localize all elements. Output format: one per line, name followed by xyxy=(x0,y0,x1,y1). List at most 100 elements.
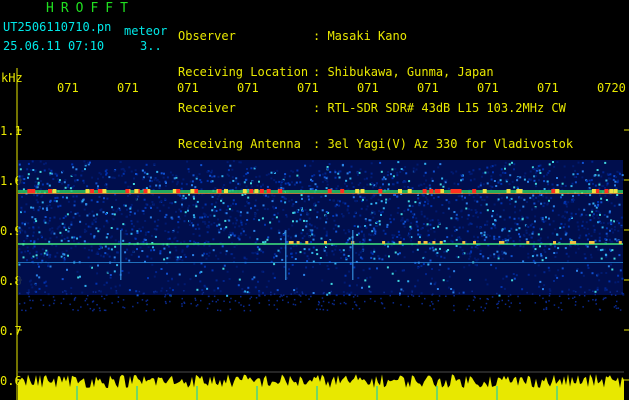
waterfall-pixel xyxy=(379,186,382,189)
waterfall-pixel xyxy=(400,213,403,216)
waterfall-pixel xyxy=(74,212,77,215)
waterfall-pixel xyxy=(523,178,526,181)
waterfall-pixel xyxy=(49,237,52,240)
waterfall-pixel xyxy=(289,236,292,239)
waterfall-pixel xyxy=(166,176,169,179)
waterfall-pixel xyxy=(27,162,30,165)
waterfall-pixel xyxy=(495,267,497,270)
waterfall-pixel xyxy=(334,248,337,251)
waterfall-pixel xyxy=(483,234,486,237)
waterfall-pixel xyxy=(597,201,600,203)
waterfall-pixel xyxy=(306,232,309,235)
waterfall-pixel xyxy=(390,173,392,176)
waterfall-pixel xyxy=(616,220,619,222)
waterfall-pixel xyxy=(325,187,328,190)
waterfall-pixel xyxy=(248,291,251,294)
waterfall-pixel xyxy=(49,265,52,268)
waterfall-pixel xyxy=(574,181,577,184)
waterfall-pixel xyxy=(605,288,608,291)
waterfall-pixel xyxy=(609,173,612,176)
waterfall-pixel xyxy=(58,181,61,183)
waterfall-pixel xyxy=(62,217,65,219)
waterfall-pixel xyxy=(365,177,368,180)
waterfall-pixel xyxy=(430,301,433,303)
waterfall-pixel xyxy=(436,254,439,257)
waterfall-pixel xyxy=(590,256,593,259)
waterfall-pixel xyxy=(240,233,243,236)
waterfall-pixel xyxy=(453,226,456,229)
waterfall-pixel xyxy=(130,253,133,256)
waterfall-pixel xyxy=(433,283,436,286)
x-tick-label: 071 xyxy=(477,81,499,95)
waterfall-pixel xyxy=(607,265,610,268)
waterfall-pixel xyxy=(226,294,229,297)
waterfall-pixel xyxy=(371,230,374,233)
waterfall-pixel xyxy=(211,300,214,303)
waterfall-pixel xyxy=(222,186,224,189)
waterfall-pixel xyxy=(116,264,119,267)
waterfall-pixel xyxy=(337,185,339,188)
waterfall-pixel xyxy=(210,194,213,197)
waterfall-pixel xyxy=(306,211,308,214)
waterfall-pixel xyxy=(79,235,82,238)
waterfall-pixel xyxy=(518,239,521,242)
waterfall-pixel xyxy=(157,219,160,221)
waterfall-pixel xyxy=(85,203,88,206)
waterfall-pixel xyxy=(502,209,505,212)
waterfall-pixel xyxy=(282,179,285,182)
waterfall-pixel xyxy=(238,161,241,164)
waterfall-pixel xyxy=(153,163,156,166)
waterfall-pixel xyxy=(147,231,150,233)
waterfall-pixel xyxy=(121,270,124,272)
waterfall-pixel xyxy=(538,169,541,172)
waterfall-pixel xyxy=(326,166,329,168)
waterfall-pixel xyxy=(443,256,446,259)
waterfall-pixel xyxy=(429,282,432,285)
waterfall-pixel xyxy=(374,193,377,196)
waterfall-pixel xyxy=(439,183,442,186)
waterfall-pixel xyxy=(139,230,142,233)
waterfall-pixel xyxy=(400,288,403,291)
waterfall-pixel xyxy=(291,181,293,184)
waterfall-pixel xyxy=(105,186,108,189)
waterfall-pixel xyxy=(573,176,576,178)
waterfall-pixel xyxy=(96,304,98,306)
waterfall-pixel xyxy=(167,245,170,248)
waterfall-pixel xyxy=(184,256,187,258)
waterfall-pixel xyxy=(522,245,525,248)
waterfall-pixel xyxy=(53,199,56,202)
waterfall-pixel xyxy=(308,229,311,232)
waterfall-pixel xyxy=(598,279,601,282)
waterfall-pixel xyxy=(608,210,611,213)
waterfall-pixel xyxy=(176,180,179,183)
waterfall-pixel xyxy=(217,309,219,311)
waterfall-pixel xyxy=(110,227,113,229)
waterfall-pixel xyxy=(32,247,35,250)
waterfall-pixel xyxy=(458,226,461,229)
waterfall-pixel xyxy=(548,269,551,272)
waterfall-pixel xyxy=(117,301,119,303)
waterfall-pixel xyxy=(538,179,540,182)
waterfall-pixel xyxy=(192,195,195,198)
waterfall-pixel xyxy=(486,298,488,300)
waterfall-pixel xyxy=(62,291,64,293)
waterfall-pixel xyxy=(616,300,618,303)
waterfall-pixel xyxy=(316,227,319,230)
waterfall-pixel xyxy=(515,274,518,277)
waterfall-pixel xyxy=(281,295,283,297)
waterfall-pixel xyxy=(164,197,167,200)
waterfall-pixel xyxy=(608,238,611,241)
waterfall-pixel xyxy=(507,234,510,237)
waterfall-pixel xyxy=(239,183,241,186)
waterfall-pixel xyxy=(590,235,593,237)
waterfall-pixel xyxy=(223,264,226,267)
waterfall-pixel xyxy=(247,196,250,199)
waterfall-pixel xyxy=(398,234,401,236)
waterfall-pixel xyxy=(181,198,184,201)
waterfall-pixel xyxy=(164,230,167,232)
waterfall-pixel xyxy=(90,249,93,252)
waterfall-pixel xyxy=(525,238,528,241)
waterfall-pixel xyxy=(35,283,37,286)
waterfall-pixel xyxy=(534,175,537,178)
waterfall-pixel xyxy=(46,251,49,254)
